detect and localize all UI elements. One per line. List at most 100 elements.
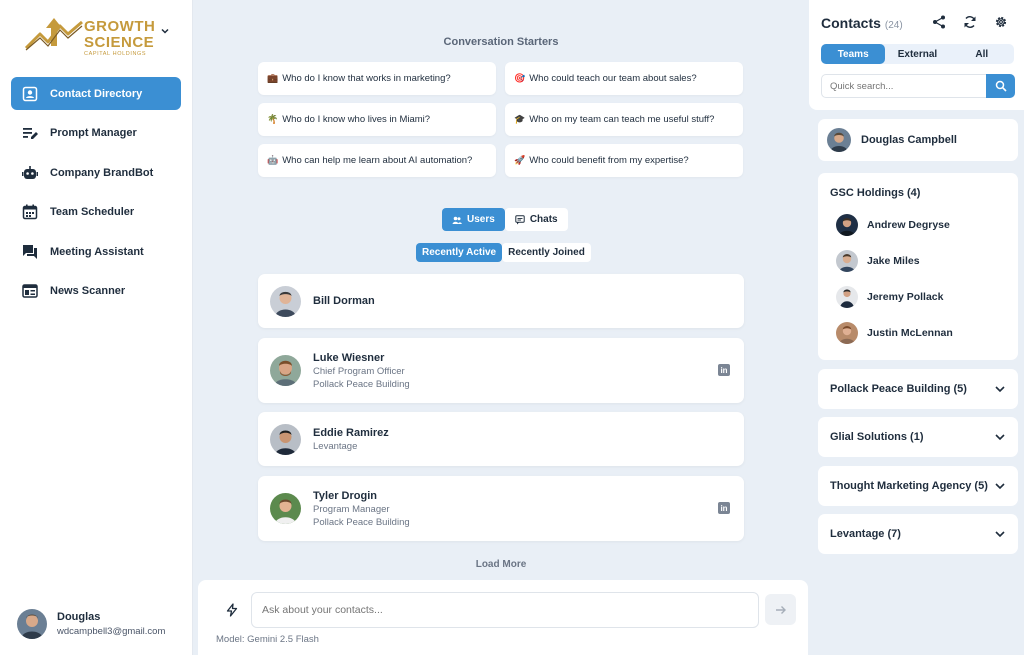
starter-text: Who do I know that works in marketing?: [282, 73, 451, 84]
sidebar-item-meeting-assistant[interactable]: Meeting Assistant: [11, 235, 181, 268]
edit-list-icon: [21, 124, 39, 142]
sidebar-item-team-scheduler[interactable]: Team Scheduler: [11, 196, 181, 229]
sidebar-item-contact-directory[interactable]: Contact Directory: [11, 77, 181, 110]
starter-prompt[interactable]: 🎯 Who could teach our team about sales?: [505, 62, 743, 95]
graduation-cap-icon: 🎓: [514, 114, 526, 124]
quick-search-input[interactable]: [821, 74, 987, 98]
contact-card[interactable]: Eddie Ramirez Levantage: [258, 412, 744, 466]
starter-prompt[interactable]: 🎓 Who on my team can teach me useful stu…: [505, 103, 743, 136]
avatar: [827, 128, 851, 152]
starter-prompt[interactable]: 🤖 Who can help me learn about AI automat…: [258, 144, 496, 177]
search-icon: [995, 80, 1007, 92]
avatar: [270, 493, 301, 524]
contact-card[interactable]: Luke Wiesner Chief Program Officer Polla…: [258, 338, 744, 403]
lightning-icon[interactable]: [225, 603, 239, 617]
contact-card-icon: [21, 85, 39, 103]
tab-chats[interactable]: Chats: [504, 208, 568, 231]
team-group-gsc-holdings: GSC Holdings (4) Andrew Degryse Jake Mil…: [818, 173, 1018, 360]
team-group-thought-marketing-agency[interactable]: Thought Marketing Agency (5): [818, 466, 1018, 506]
users-icon: [452, 216, 462, 224]
tab-recently-active[interactable]: Recently Active: [416, 243, 503, 262]
contact-name: Tyler Drogin: [313, 489, 377, 502]
contact-name: Luke Wiesner: [313, 351, 385, 364]
group-title: Thought Marketing Agency (5): [830, 480, 988, 492]
contact-card[interactable]: Bill Dorman: [258, 274, 744, 328]
starter-prompt[interactable]: 🌴 Who do I know who lives in Miami?: [258, 103, 496, 136]
arrow-right-icon: [775, 605, 786, 614]
sidebar-item-label: Company BrandBot: [50, 166, 154, 179]
sidebar-item-label: Contact Directory: [50, 87, 143, 100]
search-button[interactable]: [986, 74, 1015, 98]
main-content: Conversation Starters 💼 Who do I know th…: [194, 0, 808, 655]
starter-text: Who could teach our team about sales?: [529, 73, 697, 84]
contact-org: Pollack Peace Building: [313, 516, 410, 528]
refresh-icon[interactable]: [963, 15, 977, 29]
starter-text: Who could benefit from my expertise?: [529, 155, 689, 166]
team-group-pollack-peace-building[interactable]: Pollack Peace Building (5): [818, 369, 1018, 409]
contact-title: Chief Program Officer: [313, 365, 405, 377]
group-member[interactable]: Andrew Degryse: [836, 214, 950, 236]
chevron-down-icon: [995, 483, 1005, 490]
contacts-count: (24): [884, 20, 903, 31]
group-title: Pollack Peace Building (5): [830, 383, 967, 395]
contacts-filter-tabs: Teams External All: [821, 44, 1014, 64]
tab-external[interactable]: External: [885, 44, 949, 64]
starter-text: Who on my team can teach me useful stuff…: [529, 114, 715, 125]
avatar: [270, 423, 301, 455]
avatar: [270, 285, 301, 317]
team-group-glial-solutions[interactable]: Glial Solutions (1): [818, 417, 1018, 457]
team-group-levantage[interactable]: Levantage (7): [818, 514, 1018, 554]
tab-recently-joined[interactable]: Recently Joined: [502, 243, 591, 262]
model-label: Model: Gemini 2.5 Flash: [216, 634, 319, 645]
contact-card[interactable]: Tyler Drogin Program Manager Pollack Pea…: [258, 476, 744, 541]
share-icon[interactable]: [932, 15, 946, 29]
contacts-title-text: Contacts: [821, 15, 881, 31]
chevron-down-icon: [995, 386, 1005, 393]
starter-prompt[interactable]: 🚀 Who could benefit from my expertise?: [505, 144, 743, 177]
contacts-panel: Contacts (24) Teams External All Quick s…: [809, 0, 1024, 655]
contact-name: Douglas Campbell: [861, 134, 957, 146]
tab-users[interactable]: Users: [442, 208, 505, 231]
starter-text: Who do I know who lives in Miami?: [282, 114, 431, 125]
sidebar-item-news-scanner[interactable]: News Scanner: [11, 275, 181, 308]
newspaper-icon: [21, 282, 39, 300]
avatar: [836, 286, 858, 308]
sort-toggle: Recently Active Recently Joined: [416, 243, 591, 262]
panel-title: Contacts (24): [821, 15, 903, 31]
robot-icon: [21, 164, 39, 182]
starters-title: Conversation Starters: [443, 36, 559, 48]
tab-all[interactable]: All: [950, 44, 1014, 64]
gear-icon[interactable]: [994, 15, 1008, 29]
group-member[interactable]: Justin McLennan: [836, 322, 953, 344]
avatar: [17, 609, 47, 639]
starter-prompt[interactable]: 💼 Who do I know that works in marketing?: [258, 62, 496, 95]
chevron-down-icon[interactable]: [160, 26, 170, 36]
sidebar-nav: Contact Directory Prompt Manager Company…: [11, 77, 181, 314]
brand[interactable]: GROWTH SCIENCE CAPITAL HOLDINGS: [0, 0, 192, 70]
send-button[interactable]: [765, 594, 796, 625]
chat-bar: Model: Gemini 2.5 Flash: [198, 580, 808, 655]
current-user-contact[interactable]: Douglas Campbell: [818, 119, 1018, 161]
load-more-button[interactable]: Load More: [194, 559, 808, 570]
group-title: Glial Solutions (1): [830, 431, 924, 443]
tab-teams[interactable]: Teams: [821, 44, 886, 64]
sidebar-item-label: Team Scheduler: [50, 206, 135, 218]
user-email: wdcampbell3@gmail.com: [57, 626, 166, 637]
chevron-down-icon: [995, 531, 1005, 538]
member-name: Andrew Degryse: [867, 219, 950, 231]
robot-icon: 🤖: [267, 155, 279, 165]
group-member[interactable]: Jake Miles: [836, 250, 920, 272]
avatar: [270, 355, 301, 386]
group-title[interactable]: GSC Holdings (4): [830, 187, 920, 199]
sidebar-item-prompt-manager[interactable]: Prompt Manager: [11, 117, 181, 150]
calendar-icon: [21, 203, 39, 221]
chat-input[interactable]: [251, 592, 759, 628]
group-member[interactable]: Jeremy Pollack: [836, 286, 943, 308]
current-user[interactable]: Douglas wdcampbell3@gmail.com: [17, 609, 165, 639]
linkedin-icon[interactable]: in: [718, 502, 730, 514]
sidebar-item-company-brandbot[interactable]: Company BrandBot: [11, 156, 181, 189]
linkedin-icon[interactable]: in: [718, 364, 730, 376]
contact-org: Pollack Peace Building: [313, 378, 410, 390]
tab-chats-label: Chats: [529, 214, 558, 225]
contact-title: Levantage: [313, 440, 358, 452]
